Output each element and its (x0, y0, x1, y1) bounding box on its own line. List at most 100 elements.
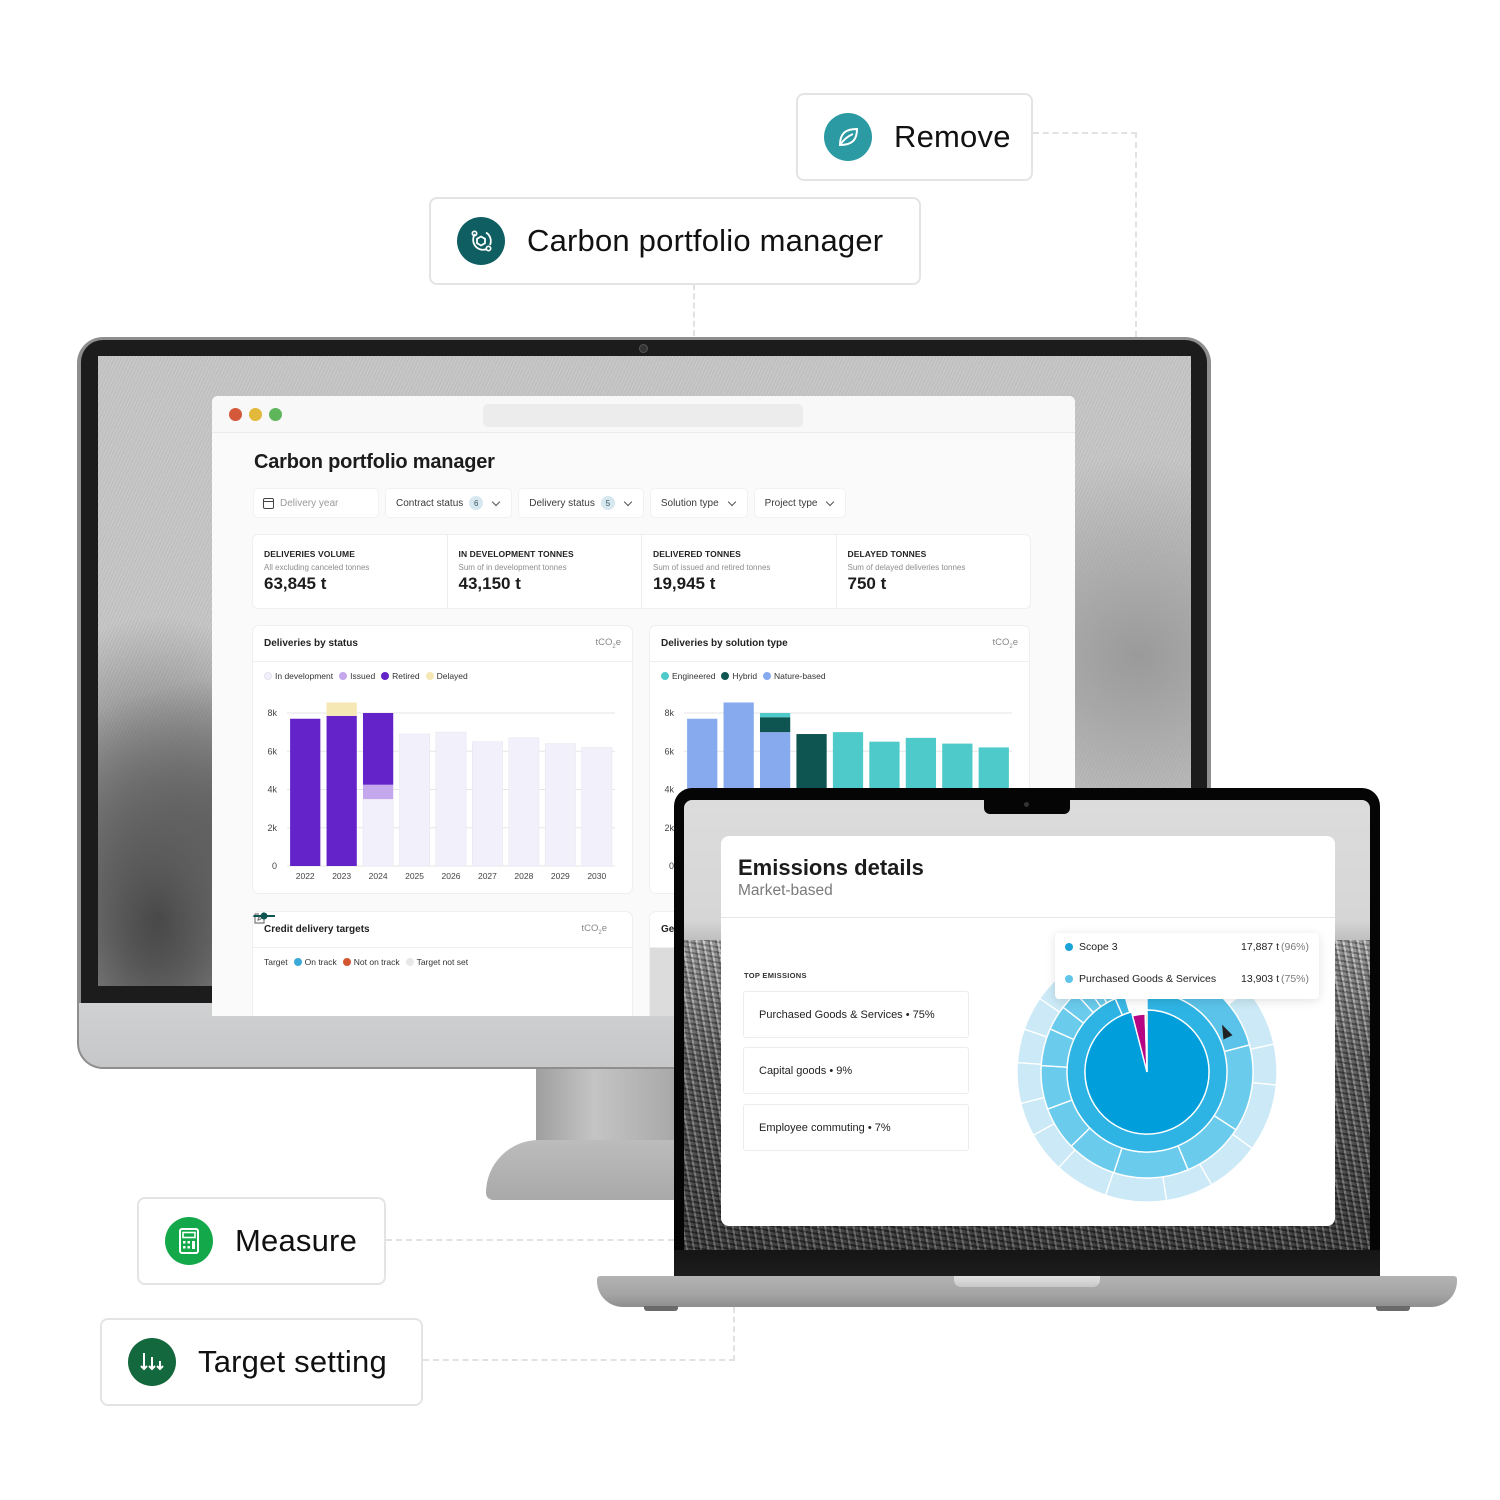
window-titlebar (212, 396, 1075, 433)
x-tick-label: 2026 (442, 871, 461, 881)
tag-measure-label: Measure (235, 1223, 358, 1258)
delivery-year-placeholder: Delivery year (280, 497, 339, 509)
emissions-sunburst-chart[interactable] (721, 836, 1335, 1226)
filter-label: Delivery status (529, 497, 595, 509)
legend-item[interactable]: Delayed (425, 671, 468, 681)
deliveries-by-status-card: 0 2k 4k 6k 8k 2022 2023 2024 2025 2026 2027 2028 202… (253, 626, 632, 893)
laptop-foot-right (1376, 1306, 1410, 1311)
solution-type-filter[interactable]: Solution type (650, 489, 747, 517)
kpi-summary: DELIVERIES VOLUME All excluding canceled… (253, 535, 1030, 608)
legend-label: In development (275, 671, 334, 681)
outer-ring-segment (1249, 1043, 1278, 1086)
kpi-subtitle: Sum of delayed deliveries tonnes (847, 563, 966, 572)
legend-dot (264, 672, 272, 680)
legend-item[interactable]: Nature-based (763, 671, 826, 681)
tag-carbon-portfolio-manager[interactable]: Carbon portfolio manager (429, 197, 921, 285)
laptop-hinge (674, 1250, 1380, 1276)
kpi-deliveries-volume: DELIVERIES VOLUME All excluding canceled… (253, 535, 448, 608)
kpi-delayed: DELAYED TONNES Sum of delayed deliveries… (837, 535, 1031, 608)
target-line-icon (253, 912, 275, 920)
leaf-icon (824, 113, 872, 161)
project-type-filter[interactable]: Project type (754, 489, 846, 517)
bar-segment-in-development (581, 747, 613, 867)
legend-label: Engineered (672, 671, 716, 681)
legend-target-not-set: Target not set (405, 957, 468, 967)
y-tick-label: 4k (664, 785, 674, 795)
legend-dot (342, 958, 351, 966)
kpi-in-development: IN DEVELOPMENT TONNES Sum of in developm… (448, 535, 642, 608)
connector-cpm (693, 284, 695, 336)
page-title: Carbon portfolio manager (254, 451, 495, 473)
bar-segment-engineered (759, 713, 791, 718)
calculator-icon (165, 1217, 213, 1265)
maximize-window-button[interactable] (269, 408, 282, 421)
tooltip-name: Scope 3 (1079, 941, 1118, 953)
y-tick-label: 2k (267, 823, 277, 833)
filter-label: Contract status (396, 497, 464, 509)
legend-item[interactable]: Retired (381, 671, 420, 681)
tag-target-label: Target setting (198, 1344, 387, 1379)
kpi-subtitle: All excluding canceled tonnes (264, 563, 370, 572)
tag-remove-label: Remove (894, 119, 1011, 154)
kpi-value: 63,845 t (264, 574, 327, 593)
laptop-lid-opener (954, 1276, 1100, 1287)
tooltip-value: 17,887 t (1241, 941, 1279, 953)
x-tick-label: 2022 (296, 871, 315, 881)
emissions-details-card: Emissions details Market-based TOP EMISS… (721, 836, 1335, 1226)
close-window-button[interactable] (229, 408, 242, 421)
card-header: Deliveries by solution type tCO2e (650, 626, 1029, 662)
tag-target-setting[interactable]: Target setting (100, 1318, 423, 1406)
bar-segment-in-development (544, 743, 576, 867)
card-header: Credit delivery targets tCO2e (253, 912, 632, 948)
tooltip-value: 13,903 t (1241, 973, 1279, 985)
legend-not-on-track: Not on track (342, 957, 400, 967)
x-tick-label: 2023 (332, 871, 351, 881)
delivery-year-filter[interactable]: Delivery year (254, 489, 378, 517)
filter-label: Solution type (660, 497, 719, 509)
chart-legend: In development Issued Retired Delayed (253, 662, 632, 681)
legend-item[interactable]: Hybrid (721, 671, 757, 681)
legend-dot (405, 958, 414, 966)
legend-label: Nature-based (774, 671, 826, 681)
filter-label: Project type (764, 497, 818, 509)
imac-camera (639, 344, 648, 353)
bar-segment-hybrid (759, 717, 791, 733)
unit-label: tCO2e (595, 637, 621, 650)
legend-label: On track (304, 957, 337, 967)
y-tick-label: 0 (272, 861, 277, 871)
y-tick-label: 8k (664, 708, 674, 718)
legend-item[interactable]: Engineered (661, 671, 715, 681)
legend-dot (381, 672, 390, 680)
legend-item[interactable]: In development (264, 671, 333, 681)
unit-tail: e (1012, 637, 1018, 649)
delivery-status-filter[interactable]: Delivery status 5 (519, 489, 643, 517)
calendar-icon (263, 497, 274, 509)
x-tick-label: 2025 (405, 871, 424, 881)
unit-tail: e (601, 923, 607, 935)
unit-text: tCO (581, 923, 599, 935)
x-tick-label: 2028 (514, 871, 533, 881)
legend-item[interactable]: Issued (339, 671, 375, 681)
minimize-window-button[interactable] (249, 408, 262, 421)
tag-remove[interactable]: Remove (796, 93, 1033, 181)
legend-dot (661, 672, 669, 680)
address-bar[interactable] (483, 404, 803, 427)
contract-status-filter[interactable]: Contract status 6 (386, 489, 512, 517)
legend-label: Hybrid (732, 671, 758, 681)
kpi-subtitle: Sum of in development tonnes (458, 563, 567, 572)
laptop-foot-left (644, 1306, 678, 1311)
x-tick-label: 2030 (587, 871, 606, 881)
bar-segment-retired (362, 713, 394, 785)
kpi-delivered: DELIVERED TONNES Sum of issued and retir… (642, 535, 837, 608)
kpi-label: DELAYED TONNES (847, 549, 927, 559)
kpi-value: 750 t (847, 574, 887, 593)
bar-segment-retired (326, 715, 357, 866)
kpi-subtitle: Sum of issued and retired tonnes (653, 563, 771, 572)
card-header: Deliveries by status tCO2e (253, 626, 632, 662)
laptop-camera (1024, 802, 1029, 807)
chevron-down-icon (623, 497, 633, 506)
x-tick-label: 2024 (369, 871, 388, 881)
chevron-down-icon (727, 497, 736, 506)
tooltip-row-purchased-goods: Purchased Goods & Services 13,903 t (75%… (1065, 973, 1309, 985)
tag-measure[interactable]: Measure (137, 1197, 386, 1285)
